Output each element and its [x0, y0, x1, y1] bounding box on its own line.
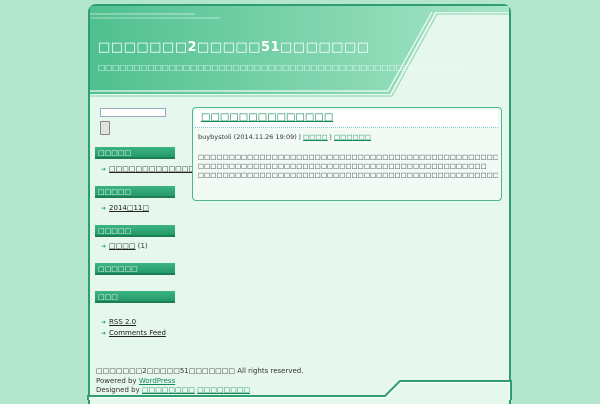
footer-designed: Designed by □□□□□□□□ □□□□□□□□ — [96, 386, 303, 396]
post-entry: □□□□□□□□□□□□□□ buybystoli (2014.11.26 19… — [192, 107, 502, 201]
widget-title-archives: □□□□□ — [95, 186, 175, 198]
wordpress-link[interactable]: WordPress — [139, 377, 175, 385]
widget-title-categories: □□□□□ — [95, 225, 175, 237]
arrow-icon: ➜ — [101, 243, 107, 250]
post-title-bar: □□□□□□□□□□□□□□ — [195, 110, 498, 128]
widget-title-meta: □□□ — [95, 291, 175, 303]
footer-powered: Powered by WordPress — [96, 377, 303, 387]
post-paragraph: □□□□□□□□□□□□□□□□□□□□□□□□□□□□□□□□□□□□□□□□… — [198, 171, 498, 179]
arrow-icon: ➜ — [101, 166, 107, 173]
post-meta: buybystoli (2014.11.26 19:09) | □□□□ | □… — [198, 133, 371, 141]
designer-link-1[interactable]: □□□□□□□□ — [142, 386, 195, 394]
site-description: □□□□□□□□□□□□□□□□□□□□□□□□□□□□□□□□□□□□□□□□… — [98, 63, 467, 72]
powered-prefix: Powered by — [96, 376, 137, 385]
site-header: □□□□□□□2□□□□□51□□□□□□□ □□□□□□□□□□□□□□□□□… — [90, 6, 509, 100]
post-paragraph: □□□□□□□□□□□□□□□□□□□□□□□□□□□□□□□□□□□□□□□□… — [198, 162, 487, 170]
archive-link[interactable]: 2014□11□ — [109, 204, 149, 212]
meta-separator: | — [329, 133, 332, 141]
list-item[interactable]: ➜ □□□□□□□□□□□□□ — [101, 165, 195, 173]
site-footer: □□□□□□□2□□□□□51□□□□□□□ All rights reserv… — [96, 367, 303, 396]
designed-prefix: Designed by — [96, 386, 140, 394]
widget-title-recent-posts: □□□□□ — [95, 147, 175, 159]
arrow-icon: ➜ — [101, 205, 107, 212]
comments-feed-link[interactable]: Comments Feed — [109, 329, 166, 337]
widget-title-links: □□□□□□ — [95, 263, 175, 275]
category-count: (1) — [137, 242, 148, 250]
footer-copyright: □□□□□□□2□□□□□51□□□□□□□ All rights reserv… — [96, 367, 304, 375]
list-item[interactable]: ➜ Comments Feed — [101, 329, 166, 337]
rss-link[interactable]: RSS 2.0 — [109, 318, 136, 326]
post-paragraph: □□□□□□□□□□□□□□□□□□□□□□□□□□□□□□□□□□□□□□□□… — [198, 153, 498, 161]
list-item[interactable]: ➜ 2014□11□ — [101, 204, 149, 212]
arrow-icon: ➜ — [101, 319, 107, 326]
search-input[interactable] — [100, 108, 166, 117]
recent-post-link[interactable]: □□□□□□□□□□□□□ — [109, 165, 195, 173]
search-button[interactable] — [100, 121, 110, 135]
post-title[interactable]: □□□□□□□□□□□□□□ — [201, 112, 333, 123]
post-date: (2014.11.26 19:09) — [233, 133, 297, 141]
arrow-icon: ➜ — [101, 330, 107, 337]
post-author: buybystoli — [198, 133, 232, 141]
list-item[interactable]: ➜ RSS 2.0 — [101, 318, 136, 326]
designer-link-2[interactable]: □□□□□□□□ — [197, 386, 250, 394]
site-title[interactable]: □□□□□□□2□□□□□51□□□□□□□ — [98, 40, 370, 55]
post-content: □□□□□□□□□□□□□□□□□□□□□□□□□□□□□□□□□□□□□□□□… — [198, 153, 498, 180]
category-link[interactable]: □□□□ — [109, 242, 135, 250]
post-category-link[interactable]: □□□□ — [303, 133, 328, 141]
meta-separator: | — [298, 133, 302, 141]
post-comments-link[interactable]: □□□□□□ — [334, 133, 371, 141]
list-item[interactable]: ➜ □□□□ (1) — [101, 242, 148, 250]
